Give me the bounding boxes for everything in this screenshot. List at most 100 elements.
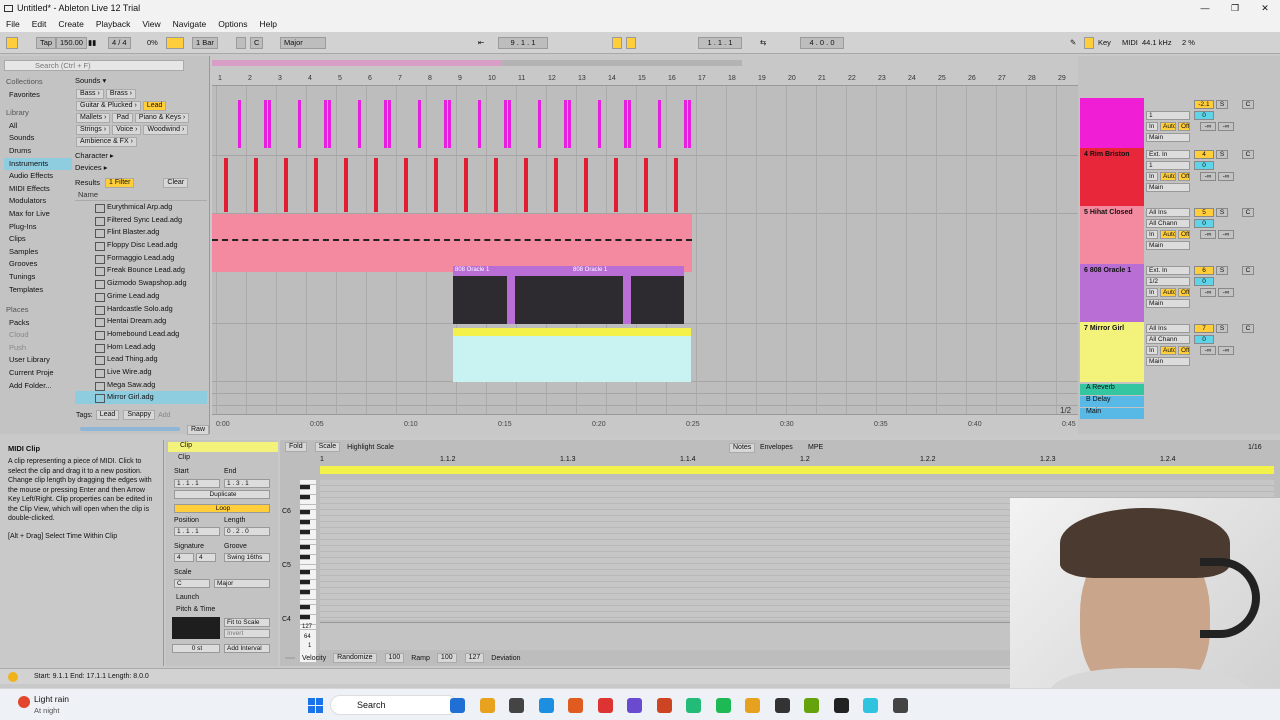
loop-switch-icon[interactable]: ⇆	[760, 38, 766, 48]
duplicate-button[interactable]: Duplicate	[174, 490, 270, 499]
note-block[interactable]	[264, 100, 267, 148]
solo-button[interactable]: S	[1216, 324, 1228, 333]
output-select[interactable]: Main	[1146, 133, 1190, 142]
taskbar-app-icon[interactable]	[715, 698, 731, 713]
note-block[interactable]	[524, 158, 528, 212]
monitor-auto-button[interactable]: Auto	[1160, 122, 1176, 131]
monitor-auto-button[interactable]: Auto	[1160, 346, 1176, 355]
menu-view[interactable]: View	[142, 19, 160, 29]
loop-brace[interactable]	[212, 60, 502, 66]
add-interval-button[interactable]: Add Interval	[224, 644, 270, 653]
send-b-value[interactable]: -∞	[1218, 346, 1234, 355]
note-block[interactable]	[538, 100, 541, 148]
add-tag-button[interactable]: Add	[158, 412, 170, 419]
tag-chip-snappy[interactable]: Snappy	[123, 410, 156, 420]
fold-button[interactable]: Fold	[285, 442, 307, 452]
input-type-select[interactable]: All Ins	[1146, 324, 1190, 333]
monitor-off-button[interactable]: Off	[1178, 230, 1190, 239]
crossfade-button[interactable]: C	[1242, 208, 1254, 217]
note-block[interactable]	[598, 100, 601, 148]
position-field[interactable]: 1 . 1 . 1	[174, 527, 220, 536]
note-block[interactable]	[328, 100, 331, 148]
note-block[interactable]	[674, 158, 678, 212]
list-item[interactable]: Lead Thing.adg	[75, 353, 207, 366]
sidebar-item-current-project[interactable]: Current Proje	[4, 367, 72, 380]
list-item[interactable]: Freak Bounce Lead.adg	[75, 264, 207, 277]
return-track-reverb[interactable]: A Reverb	[1080, 384, 1144, 395]
taskbar-app-icon[interactable]	[538, 698, 554, 713]
input-type-select[interactable]: Ext. In	[1146, 150, 1190, 159]
clip-header[interactable]: Clip	[168, 442, 278, 452]
arrangement-position[interactable]: 9 . 1 . 1	[498, 37, 548, 49]
menu-file[interactable]: File	[6, 19, 20, 29]
monitor-in-button[interactable]: In	[1146, 288, 1158, 297]
note-block[interactable]	[344, 158, 348, 212]
sidebar-item-add-folder[interactable]: Add Folder...	[4, 380, 72, 393]
note-block[interactable]	[418, 100, 421, 148]
note-block[interactable]	[614, 158, 618, 212]
track-activator[interactable]: 4	[1194, 150, 1214, 159]
sidebar-item-user-library[interactable]: User Library	[4, 354, 72, 367]
weather-text[interactable]: Light rain	[34, 694, 69, 704]
input-channel-select[interactable]: All Chann	[1146, 335, 1190, 344]
tag-voice[interactable]: Voice ›	[112, 125, 142, 135]
list-item[interactable]: Gizmodo Swapshop.adg	[75, 277, 207, 290]
arrangement-view[interactable]: 1 2 3 4 5 6 7 8 9 10 11 12 13 14 15 16 17 18 19 20 21 22 23 24 2…	[212, 56, 1078, 434]
taskbar-app-icon[interactable]	[892, 698, 908, 713]
return-lane-delay[interactable]	[212, 394, 1078, 406]
note-block[interactable]	[444, 100, 447, 148]
list-item[interactable]: Mirror Girl.adg	[75, 391, 207, 404]
bar-ruler[interactable]: 1 2 3 4 5 6 7 8 9 10 11 12 13 14 15 16 17 18 19 20 21 22 23 24 2…	[212, 56, 1078, 86]
send-a-value[interactable]: -∞	[1200, 172, 1216, 181]
output-select[interactable]: Main	[1146, 183, 1190, 192]
note-block[interactable]	[568, 100, 571, 148]
taskbar-app-icon[interactable]	[568, 698, 583, 713]
sidebar-item-favorites[interactable]: Favorites	[4, 89, 72, 102]
start-field[interactable]: 1 . 1 . 1	[174, 479, 220, 488]
tag-woodwind[interactable]: Woodwind ›	[143, 125, 189, 135]
track-pan[interactable]: 0	[1194, 219, 1214, 228]
track-lane-808[interactable]: 808 Oracle 1 808 Oracle 1	[212, 266, 1078, 324]
taskbar-app-icon[interactable]	[745, 698, 760, 713]
menu-create[interactable]: Create	[58, 19, 84, 29]
note-block[interactable]	[628, 100, 631, 148]
sidebar-item-all[interactable]: All	[4, 120, 72, 133]
loop-button[interactable]: Loop	[174, 504, 270, 513]
tab-envelopes[interactable]: Envelopes	[760, 444, 793, 451]
monitor-auto-button[interactable]: Auto	[1160, 172, 1176, 181]
track-activator[interactable]: 5	[1194, 208, 1214, 217]
track-pan[interactable]: 0	[1194, 161, 1214, 170]
tag-piano[interactable]: Piano & Keys ›	[134, 113, 190, 123]
send-a-value[interactable]: -∞	[1200, 230, 1216, 239]
tag-strings[interactable]: Strings ›	[76, 125, 111, 135]
note-block[interactable]	[268, 100, 271, 148]
list-item[interactable]: Floppy Disc Lead.adg	[75, 239, 207, 252]
menu-edit[interactable]: Edit	[32, 19, 47, 29]
output-select[interactable]: Main	[1146, 241, 1190, 250]
scale-name-select[interactable]: Major	[214, 579, 270, 588]
crossfade-button[interactable]: C	[1242, 324, 1254, 333]
sidebar-item-push[interactable]: Push	[4, 342, 72, 355]
crossfade-button[interactable]: C	[1242, 100, 1254, 109]
close-button[interactable]: ✕	[1250, 0, 1280, 16]
groove-select[interactable]: Swing 16ths	[224, 553, 270, 562]
main-track[interactable]: Main	[1080, 408, 1144, 419]
send-b-value[interactable]: -∞	[1218, 288, 1234, 297]
list-item[interactable]: Live Wire.adg	[75, 366, 207, 379]
tab-notes[interactable]: Notes	[729, 443, 756, 453]
track-activator[interactable]: 7	[1194, 324, 1214, 333]
invert-button[interactable]: Invert	[224, 629, 270, 638]
tag-bass[interactable]: Bass ›	[76, 89, 104, 99]
note-block[interactable]	[298, 100, 301, 148]
tag-brass[interactable]: Brass ›	[105, 89, 137, 99]
preview-scrubber[interactable]	[80, 427, 180, 431]
tag-guitar[interactable]: Guitar & Plucked ›	[76, 101, 141, 111]
semitone-field[interactable]: 0 st	[172, 644, 220, 653]
overdub-icon[interactable]	[612, 37, 622, 49]
automation-arm-icon[interactable]	[626, 37, 636, 49]
taskbar-app-icon[interactable]	[833, 698, 849, 713]
scale-button[interactable]: Scale	[314, 442, 341, 452]
track-lane-1[interactable]	[212, 98, 1078, 156]
end-field[interactable]: 1 . 3 . 1	[224, 479, 270, 488]
draw-mode-icon[interactable]: ✎	[1070, 38, 1076, 48]
